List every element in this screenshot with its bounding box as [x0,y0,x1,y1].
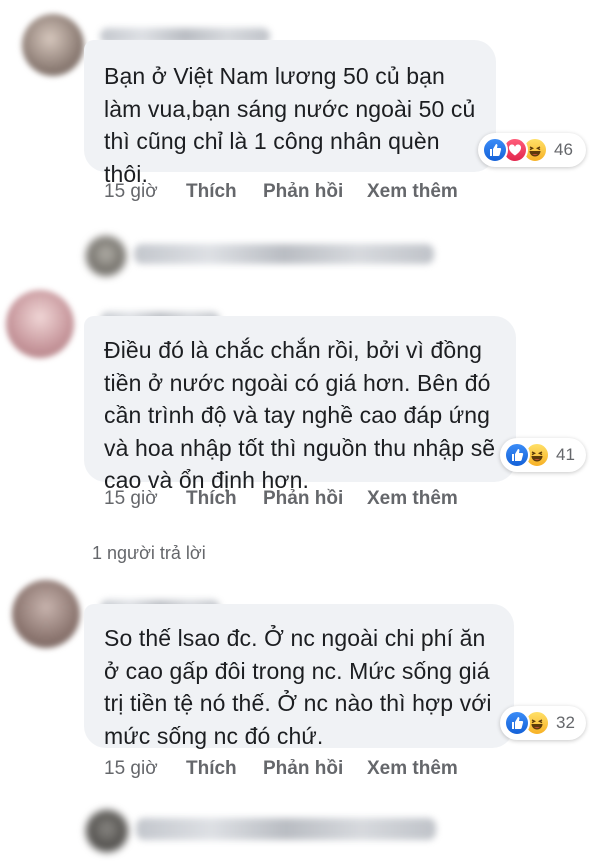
see-more-button[interactable]: Xem thêm [367,488,458,510]
view-replies-link[interactable]: 1 người trả lời [92,543,206,564]
reply-button[interactable]: Phản hồi [263,758,343,780]
like-button[interactable]: Thích [186,181,237,203]
comment-avatar[interactable] [22,14,84,76]
reaction-summary[interactable]: 46 [478,133,586,167]
reply-avatar[interactable] [86,236,126,276]
like-icon [504,442,530,468]
comment-avatar[interactable] [6,290,74,358]
see-more-button[interactable]: Xem thêm [367,181,458,203]
reaction-summary[interactable]: 32 [500,706,586,740]
comment-text: Điều đó là chắc chắn rồi, bởi vì đồng ti… [104,337,496,493]
comment-bubble: Bạn ở Việt Nam lương 50 củ bạn làm vua,b… [84,40,496,187]
comment-bubble: So thế lsao đc. Ở nc ngoài chi phí ăn ở … [84,604,514,749]
reply-author-name[interactable] [134,244,434,264]
reaction-summary[interactable]: 41 [500,438,586,472]
reaction-count: 46 [554,140,573,159]
reaction-count: 41 [556,445,575,464]
reply-author-name[interactable] [136,818,436,840]
reaction-count: 32 [556,713,575,732]
comment-text: So thế lsao đc. Ở nc ngoài chi phí ăn ở … [104,625,492,749]
like-button[interactable]: Thích [186,758,237,780]
like-icon [504,710,530,736]
see-more-button[interactable]: Xem thêm [367,758,458,780]
like-button[interactable]: Thích [186,488,237,510]
comment-avatar[interactable] [12,580,80,648]
comment-text: Bạn ở Việt Nam lương 50 củ bạn làm vua,b… [104,63,476,187]
reply-avatar[interactable] [86,810,128,852]
comment-timestamp[interactable]: 15 giờ [104,488,158,510]
reply-button[interactable]: Phản hồi [263,181,343,203]
reply-button[interactable]: Phản hồi [263,488,343,510]
comment-timestamp[interactable]: 15 giờ [104,758,158,780]
like-icon [482,137,508,163]
comment-timestamp[interactable]: 15 giờ [104,181,158,203]
comment-bubble: Điều đó là chắc chắn rồi, bởi vì đồng ti… [84,316,516,493]
